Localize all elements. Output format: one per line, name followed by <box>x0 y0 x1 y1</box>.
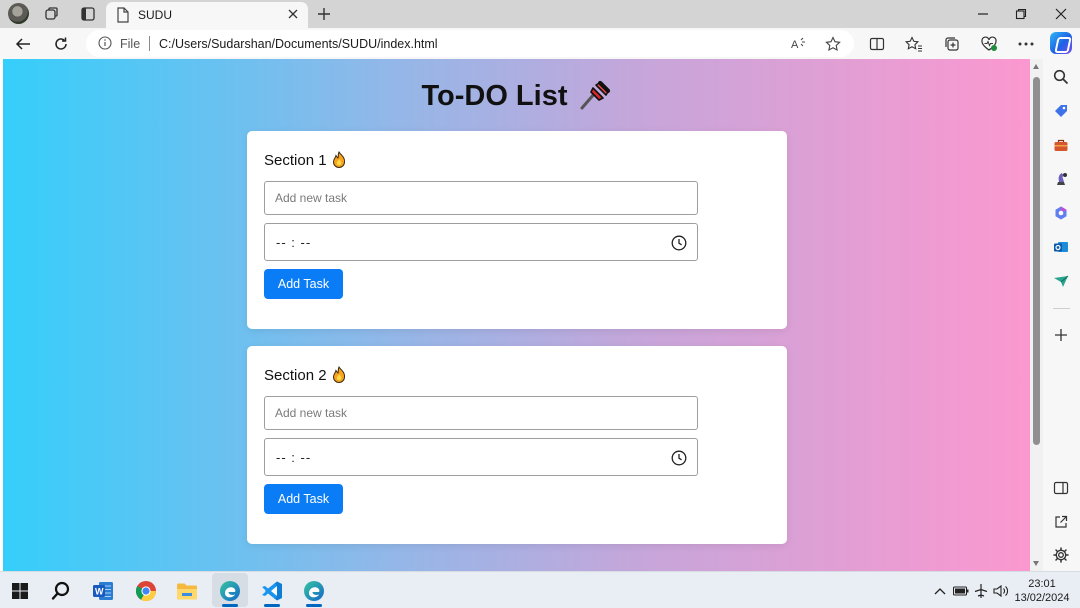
chevron-up-icon[interactable] <box>932 583 948 599</box>
favorite-star-icon[interactable] <box>824 35 842 53</box>
scroll-up-arrow-icon[interactable] <box>1033 64 1039 69</box>
section-title-text: Section 2 <box>264 367 327 384</box>
word-icon[interactable]: W <box>90 578 116 604</box>
shopping-tag-icon[interactable] <box>1051 101 1071 121</box>
workspaces-icon[interactable] <box>43 5 61 23</box>
page-title: To-DO List <box>421 80 568 112</box>
system-clock[interactable]: 23:01 13/02/2024 <box>1010 577 1074 605</box>
clock-icon[interactable] <box>671 450 687 466</box>
outlook-icon[interactable] <box>1051 237 1071 257</box>
file-explorer-icon[interactable] <box>174 578 200 604</box>
running-indicator <box>222 604 238 607</box>
search-icon[interactable] <box>1051 67 1071 87</box>
new-tab-icon[interactable] <box>314 4 334 24</box>
minimize-icon[interactable] <box>972 4 994 24</box>
running-indicator <box>306 604 322 607</box>
scheme-label: File <box>120 37 141 51</box>
close-window-icon[interactable] <box>1050 4 1072 24</box>
edge-icon[interactable] <box>301 578 327 604</box>
back-arrow-icon[interactable] <box>11 32 35 56</box>
clock-icon[interactable] <box>671 235 687 251</box>
add-task-button[interactable]: Add Task <box>264 484 343 514</box>
url-text[interactable]: C:/Users/Sudarshan/Documents/SUDU/index.… <box>159 37 438 51</box>
clock-date: 13/02/2024 <box>1014 592 1070 604</box>
section-title: Section 1 <box>264 151 346 169</box>
airplane-mode-icon[interactable] <box>973 583 989 599</box>
windows-taskbar: W 23:01 13/02/2024 <box>0 571 1080 608</box>
running-indicator <box>264 604 280 607</box>
tab-title: SUDU <box>138 8 173 22</box>
tools-briefcase-icon[interactable] <box>1051 135 1071 155</box>
info-icon[interactable] <box>98 36 112 55</box>
section-title: Section 2 <box>264 366 346 384</box>
tab-actions-icon[interactable] <box>79 5 97 23</box>
more-options-icon[interactable] <box>1015 33 1037 55</box>
chrome-icon[interactable] <box>133 578 159 604</box>
section-title-text: Section 1 <box>264 152 327 169</box>
open-external-icon[interactable] <box>1051 512 1071 532</box>
fire-emoji-icon <box>332 366 345 383</box>
time-value: -- : -- <box>276 450 312 465</box>
pushpin-emoji-icon <box>580 81 610 110</box>
copilot-icon[interactable] <box>1050 32 1072 54</box>
page-scrollbar[interactable] <box>1030 59 1043 571</box>
task-input[interactable] <box>264 396 698 430</box>
task-input[interactable] <box>264 181 698 215</box>
volume-icon[interactable] <box>993 583 1009 599</box>
search-icon[interactable] <box>48 578 74 604</box>
tab-sudu[interactable]: SUDU <box>106 2 308 28</box>
edge-icon[interactable] <box>217 578 243 604</box>
close-tab-icon[interactable] <box>284 5 302 23</box>
read-aloud-icon[interactable]: A <box>790 35 808 53</box>
address-separator <box>149 36 150 51</box>
page-viewport: To-DO List Section 1 -- : -- Add Task Se… <box>3 59 1030 571</box>
start-icon[interactable] <box>7 578 33 604</box>
edge-sidebar <box>1043 59 1080 571</box>
section-card-1: Section 1 -- : -- Add Task <box>247 131 787 329</box>
browser-toolbar: File C:/Users/Sudarshan/Documents/SUDU/i… <box>0 28 1080 59</box>
profile-avatar[interactable] <box>8 3 29 24</box>
favorites-icon[interactable] <box>903 33 925 55</box>
add-task-button[interactable]: Add Task <box>264 269 343 299</box>
page-icon <box>116 7 130 28</box>
settings-gear-icon[interactable] <box>1051 545 1071 565</box>
fire-emoji-icon <box>332 151 345 168</box>
address-bar[interactable]: File C:/Users/Sudarshan/Documents/SUDU/i… <box>86 30 854 57</box>
add-sidebar-app-icon[interactable] <box>1051 325 1071 345</box>
battery-icon[interactable] <box>953 583 969 599</box>
browser-essentials-icon[interactable] <box>978 33 1000 55</box>
page-title-heading: To-DO List <box>3 79 1030 113</box>
collections-icon[interactable] <box>941 33 963 55</box>
time-input[interactable]: -- : -- <box>264 223 698 261</box>
vscode-icon[interactable] <box>259 578 285 604</box>
tab-strip: SUDU <box>0 0 1080 28</box>
scrollbar-thumb[interactable] <box>1033 77 1040 445</box>
scroll-down-arrow-icon[interactable] <box>1033 561 1039 566</box>
games-chess-icon[interactable] <box>1051 169 1071 189</box>
sidebar-divider <box>1053 308 1070 309</box>
send-paper-plane-icon[interactable] <box>1051 271 1071 291</box>
hide-sidebar-icon[interactable] <box>1051 478 1071 498</box>
svg-text:A: A <box>791 39 799 51</box>
restore-icon[interactable] <box>1010 4 1032 24</box>
svg-text:W: W <box>95 587 104 597</box>
microsoft-365-icon[interactable] <box>1051 203 1071 223</box>
time-input[interactable]: -- : -- <box>264 438 698 476</box>
section-card-2: Section 2 -- : -- Add Task <box>247 346 787 544</box>
clock-time: 23:01 <box>1028 578 1056 590</box>
time-value: -- : -- <box>276 235 312 250</box>
split-screen-icon[interactable] <box>866 33 888 55</box>
refresh-icon[interactable] <box>49 32 73 56</box>
